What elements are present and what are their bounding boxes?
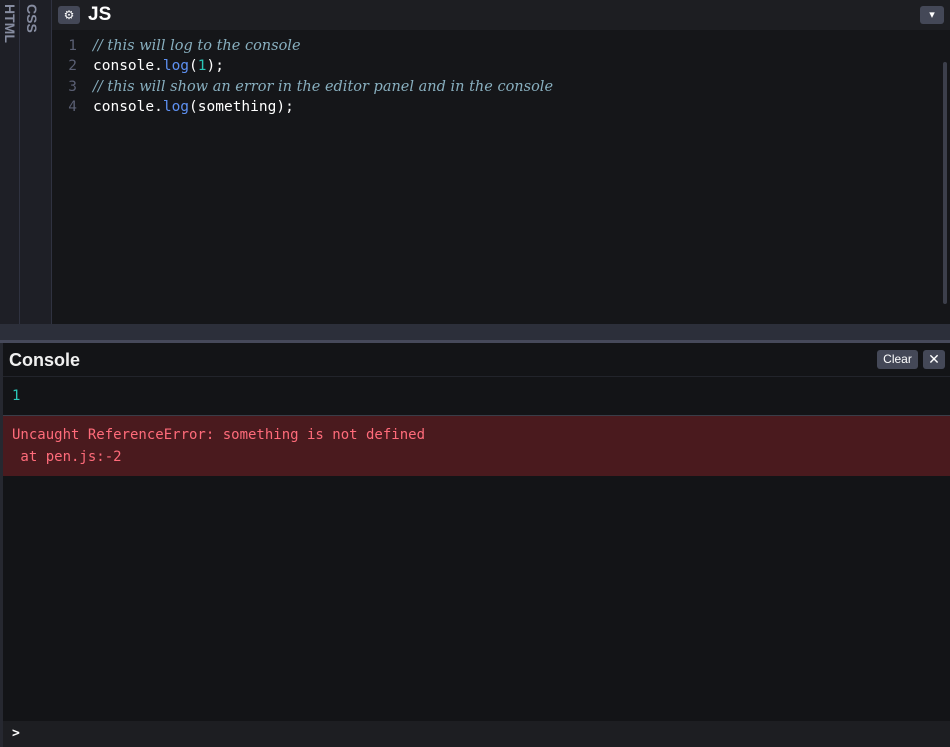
- close-icon: ✕: [928, 351, 940, 367]
- tab-html-label: HTML: [2, 4, 18, 43]
- code-token-plain: (something);: [189, 99, 294, 115]
- js-editor-header: ⚙ JS ▾: [52, 0, 950, 30]
- code-token-comment: // this will show an error in the editor…: [93, 79, 554, 95]
- line-number: 3: [68, 79, 77, 95]
- line-number: 4: [68, 99, 77, 115]
- js-editor-panel: ⚙ JS ▾ 1 // this will log to the console 2…: [52, 0, 950, 343]
- error-location: at pen.js:-2: [12, 449, 122, 465]
- code-text: console.log(something);: [93, 97, 294, 117]
- close-button[interactable]: ✕: [923, 350, 945, 369]
- console-title: Console: [9, 350, 81, 370]
- editor-collapse-button[interactable]: ▾: [920, 6, 944, 24]
- editor-scrollbar[interactable]: [943, 62, 947, 304]
- console-panel: Console Clear ✕ 1 Uncaught ReferenceErro…: [0, 343, 950, 747]
- collapsed-editor-tabs: HTML CSS: [0, 0, 52, 324]
- editor-settings-button[interactable]: ⚙: [58, 6, 80, 24]
- editor-title: JS: [88, 4, 112, 25]
- console-error-entry: Uncaught ReferenceError: something is no…: [3, 416, 950, 476]
- gear-icon: ⚙: [63, 8, 75, 22]
- error-message: Uncaught ReferenceError: something is no…: [12, 427, 426, 443]
- tab-html[interactable]: HTML: [0, 0, 20, 324]
- code-token-plain: );: [206, 58, 224, 74]
- code-token-func: log: [162, 58, 190, 74]
- code-token-plain: console.: [93, 58, 163, 74]
- code-token-plain: console.: [93, 99, 163, 115]
- code-token-plain: (: [189, 58, 198, 74]
- clear-button[interactable]: Clear: [877, 350, 918, 369]
- code-token-comment: // this will log to the console: [93, 38, 301, 54]
- code-text: // this will log to the console: [93, 36, 301, 56]
- code-text: // this will show an error in the editor…: [93, 77, 553, 97]
- tab-css[interactable]: CSS: [20, 0, 52, 324]
- code-line: 3 // this will show an error in the edito…: [52, 77, 932, 97]
- code-line: 1 // this will log to the console: [52, 36, 932, 56]
- console-header: Console Clear ✕: [3, 343, 950, 377]
- log-output: 1: [12, 388, 21, 404]
- code-token-func: log: [162, 99, 190, 115]
- console-prompt: >: [12, 726, 20, 741]
- code-line: 2 console.log(1);: [52, 56, 932, 76]
- line-number: 1: [68, 38, 77, 54]
- code-text: console.log(1);: [93, 56, 224, 76]
- chevron-down-icon: ▾: [929, 9, 935, 21]
- tab-css-label: CSS: [24, 4, 40, 33]
- console-log-entry: 1: [3, 377, 950, 416]
- console-input[interactable]: >: [3, 721, 950, 747]
- code-area[interactable]: 1 // this will log to the console 2 console…: [52, 30, 950, 343]
- code-line: 4 console.log(something);: [52, 97, 932, 117]
- line-number: 2: [68, 58, 77, 74]
- code-token-num: 1: [197, 58, 207, 74]
- codepen-editor-window: HTML CSS ⚙ JS ▾ 1 // this will log to the…: [0, 0, 950, 747]
